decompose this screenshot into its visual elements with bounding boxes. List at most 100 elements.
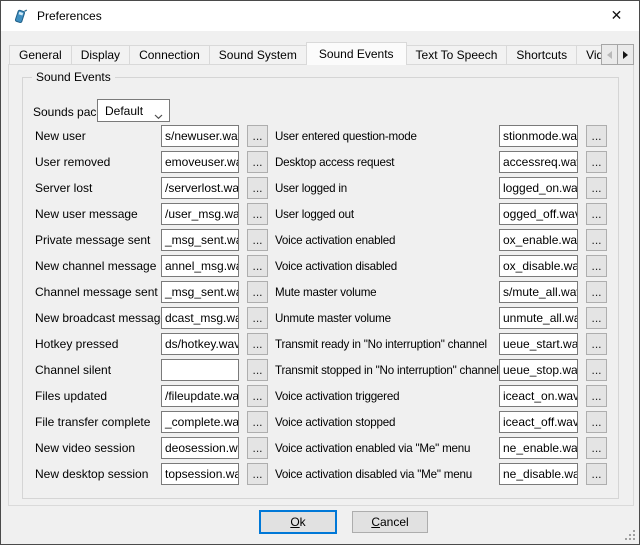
browse-button[interactable]: ...: [247, 177, 268, 199]
tab-scroll-left-button[interactable]: [601, 44, 618, 65]
sound-event-row: New video sessiondeosession.wav...: [35, 437, 268, 459]
browse-button[interactable]: ...: [247, 437, 268, 459]
browse-button[interactable]: ...: [247, 281, 268, 303]
sound-file-input[interactable]: ogged_off.wav: [499, 203, 578, 225]
sound-event-label: User logged out: [275, 208, 499, 221]
browse-button[interactable]: ...: [586, 281, 607, 303]
browse-button[interactable]: ...: [586, 125, 607, 147]
sound-file-input[interactable]: annel_msg.wav: [161, 255, 239, 277]
sounds-pack-value: Default: [105, 104, 143, 118]
browse-button[interactable]: ...: [247, 359, 268, 381]
sound-event-label: New user: [35, 129, 161, 143]
sound-file-input[interactable]: /fileupdate.wav: [161, 385, 239, 407]
sound-file-input[interactable]: /user_msg.wav: [161, 203, 239, 225]
browse-button[interactable]: ...: [247, 307, 268, 329]
sound-event-label: Voice activation stopped: [275, 416, 499, 429]
sound-file-input[interactable]: _msg_sent.wav: [161, 229, 239, 251]
sound-file-input[interactable]: ueue_start.wav: [499, 333, 578, 355]
sound-event-row: User entered question-modestionmode.wav.…: [275, 125, 607, 147]
tab-text-to-speech[interactable]: Text To Speech: [406, 45, 508, 65]
tab-sound-system[interactable]: Sound System: [209, 45, 307, 65]
sound-event-row: Mute master volumes/mute_all.wav...: [275, 281, 607, 303]
sound-file-input[interactable]: iceact_off.wav: [499, 411, 578, 433]
ok-button[interactable]: Ok: [259, 510, 337, 534]
sound-event-row: Voice activation disabledox_disable.wav.…: [275, 255, 607, 277]
sound-event-label: Voice activation enabled via "Me" menu: [275, 442, 499, 455]
sound-file-input[interactable]: s/newuser.wav: [161, 125, 239, 147]
sound-file-input[interactable]: _complete.wav: [161, 411, 239, 433]
sound-event-row: Voice activation disabled via "Me" menun…: [275, 463, 607, 485]
sound-file-input[interactable]: iceact_on.wav: [499, 385, 578, 407]
browse-button[interactable]: ...: [247, 125, 268, 147]
sound-event-row: Hotkey pressedds/hotkey.wav...: [35, 333, 268, 355]
browse-button[interactable]: ...: [247, 463, 268, 485]
close-button[interactable]: ✕: [594, 1, 639, 30]
browse-button[interactable]: ...: [247, 411, 268, 433]
sound-file-input[interactable]: dcast_msg.wav: [161, 307, 239, 329]
tab-connection[interactable]: Connection: [129, 45, 210, 65]
sounds-pack-dropdown[interactable]: Default: [97, 99, 170, 122]
browse-button[interactable]: ...: [247, 203, 268, 225]
tab-scroll-right-button[interactable]: [617, 44, 634, 65]
sound-event-label: Voice activation disabled: [275, 260, 499, 273]
app-icon: [12, 8, 28, 24]
sound-file-input[interactable]: stionmode.wav: [499, 125, 578, 147]
tab-label: Display: [81, 48, 120, 62]
sound-event-row: User logged outogged_off.wav...: [275, 203, 607, 225]
sound-file-input[interactable]: topsession.wav: [161, 463, 239, 485]
sound-file-input[interactable]: ne_disable.wav: [499, 463, 578, 485]
browse-button[interactable]: ...: [586, 437, 607, 459]
window-title: Preferences: [37, 9, 102, 23]
sound-file-input[interactable]: accessreq.wav: [499, 151, 578, 173]
sound-file-input[interactable]: /serverlost.wav: [161, 177, 239, 199]
chevron-down-icon: [154, 109, 163, 123]
tab-shortcuts[interactable]: Shortcuts: [506, 45, 577, 65]
sound-file-input[interactable]: s/mute_all.wav: [499, 281, 578, 303]
sound-event-label: Unmute master volume: [275, 312, 499, 325]
sound-file-input[interactable]: [161, 359, 239, 381]
sound-event-label: Server lost: [35, 181, 161, 195]
browse-button[interactable]: ...: [586, 333, 607, 355]
sound-event-label: New channel message: [35, 259, 161, 273]
tab-label: Connection: [139, 48, 200, 62]
browse-button[interactable]: ...: [586, 229, 607, 251]
browse-button[interactable]: ...: [586, 307, 607, 329]
sound-event-row: New users/newuser.wav...: [35, 125, 268, 147]
sound-file-input[interactable]: logged_on.wav: [499, 177, 578, 199]
browse-button[interactable]: ...: [586, 359, 607, 381]
browse-button[interactable]: ...: [247, 385, 268, 407]
tab-sound-events[interactable]: Sound Events: [306, 42, 407, 65]
sound-event-label: User entered question-mode: [275, 130, 499, 143]
sound-file-input[interactable]: ds/hotkey.wav: [161, 333, 239, 355]
sound-event-row: Server lost/serverlost.wav...: [35, 177, 268, 199]
sound-event-label: New user message: [35, 207, 161, 221]
browse-button[interactable]: ...: [247, 229, 268, 251]
browse-button[interactable]: ...: [586, 385, 607, 407]
preferences-dialog: Preferences ✕ General Display Connection So…: [0, 0, 640, 545]
sound-event-row: Files updated/fileupdate.wav...: [35, 385, 268, 407]
tab-general[interactable]: General: [9, 45, 72, 65]
browse-button[interactable]: ...: [586, 177, 607, 199]
sound-file-input[interactable]: deosession.wav: [161, 437, 239, 459]
sound-event-row: Desktop access requestaccessreq.wav...: [275, 151, 607, 173]
browse-button[interactable]: ...: [247, 151, 268, 173]
sound-file-input[interactable]: ox_enable.wav: [499, 229, 578, 251]
browse-button[interactable]: ...: [586, 411, 607, 433]
tab-label: Sound Events: [319, 47, 394, 61]
browse-button[interactable]: ...: [586, 151, 607, 173]
browse-button[interactable]: ...: [247, 255, 268, 277]
browse-button[interactable]: ...: [586, 255, 607, 277]
cancel-button[interactable]: Cancel: [352, 511, 428, 533]
sound-file-input[interactable]: ox_disable.wav: [499, 255, 578, 277]
tab-video[interactable]: Video: [576, 45, 601, 65]
sound-file-input[interactable]: emoveuser.wav: [161, 151, 239, 173]
resize-grip[interactable]: [625, 530, 636, 541]
sound-file-input[interactable]: unmute_all.wav: [499, 307, 578, 329]
sound-file-input[interactable]: ne_enable.wav: [499, 437, 578, 459]
sound-file-input[interactable]: ueue_stop.wav: [499, 359, 578, 381]
browse-button[interactable]: ...: [247, 333, 268, 355]
browse-button[interactable]: ...: [586, 203, 607, 225]
browse-button[interactable]: ...: [586, 463, 607, 485]
sound-file-input[interactable]: _msg_sent.wav: [161, 281, 239, 303]
tab-display[interactable]: Display: [71, 45, 130, 65]
